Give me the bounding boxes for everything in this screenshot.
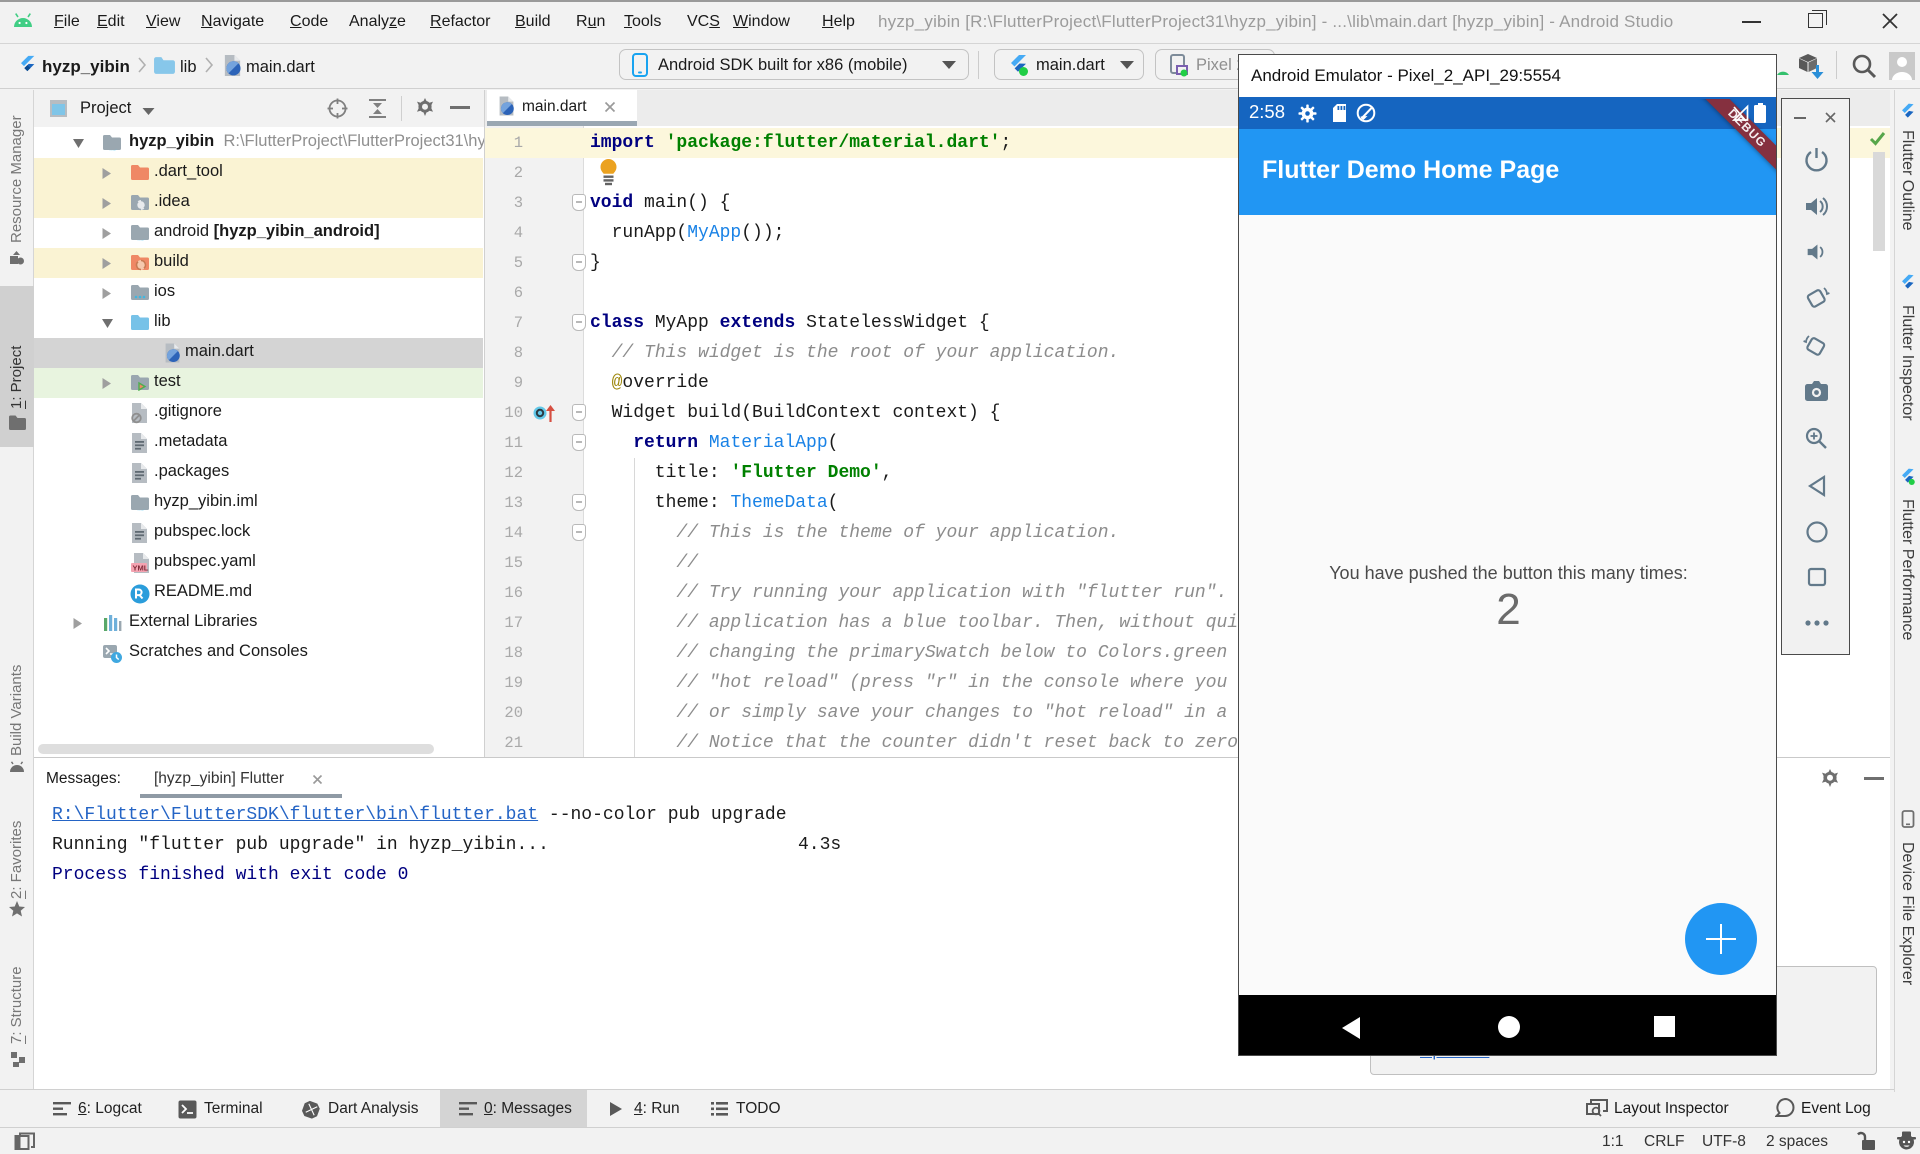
svg-text:YML: YML xyxy=(133,564,149,573)
